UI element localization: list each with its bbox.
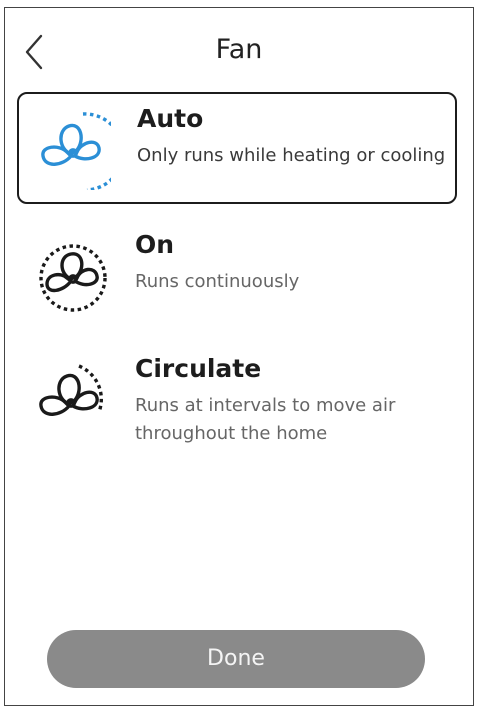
fan-auto-icon	[41, 112, 111, 190]
header: Fan	[5, 8, 473, 88]
page-title: Fan	[215, 34, 263, 65]
fan-circulate-icon	[39, 364, 104, 416]
fan-option-circulate[interactable]: Circulate Runs at intervals to move air …	[17, 344, 457, 456]
fan-option-auto[interactable]: Auto Only runs while heating or cooling	[17, 92, 457, 204]
fan-option-on[interactable]: On Runs continuously	[17, 220, 457, 332]
option-desc-circulate: Runs at intervals to move air throughout…	[135, 395, 396, 444]
option-label-on: On	[135, 230, 175, 259]
fan-on-icon	[39, 244, 107, 312]
option-label-circulate: Circulate	[135, 354, 262, 383]
option-label-auto: Auto	[137, 104, 204, 133]
done-button[interactable]: Done	[47, 630, 425, 688]
option-desc-auto: Only runs while heating or cooling	[137, 145, 446, 166]
fan-settings-screen: Fan Auto Only runs while heating or cool…	[4, 7, 474, 706]
option-desc-on: Runs continuously	[135, 271, 300, 292]
